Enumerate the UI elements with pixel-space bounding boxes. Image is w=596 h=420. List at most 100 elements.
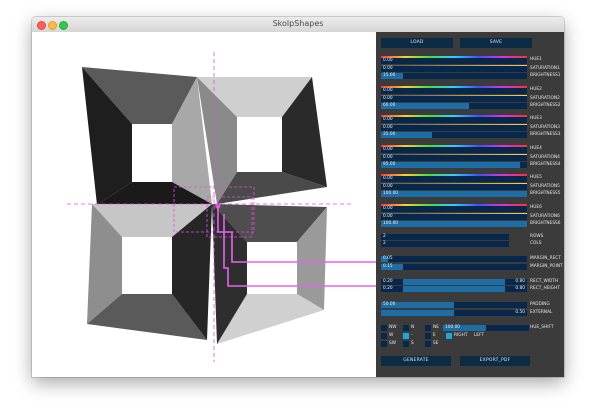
toggle-e[interactable] xyxy=(425,333,431,339)
saturation3-slider[interactable]: 0.00 xyxy=(381,125,527,131)
toggle-n[interactable] xyxy=(403,325,409,331)
saturation6-value: 0.00 xyxy=(383,213,393,219)
hue3-slider[interactable]: 0.00 xyxy=(381,117,527,123)
brightness6-fill xyxy=(381,220,527,227)
right-toggle[interactable] xyxy=(446,333,452,339)
toggle-ne[interactable] xyxy=(425,325,431,331)
margin-rect-value: 0.05 xyxy=(383,256,393,261)
brightness1-slider[interactable]: 15.00 xyxy=(381,73,527,79)
margin-rect-slider[interactable]: 0.05 xyxy=(381,256,527,262)
rows-label: ROWS xyxy=(530,234,544,239)
label-nw: NW xyxy=(389,325,397,330)
hue1-value: 0.00 xyxy=(383,58,393,63)
app-window: SkolpShapes LOAD SAVE 0.00 HUE1 0.00 SAT… xyxy=(32,17,564,377)
saturation4-label: SATURATION4 xyxy=(530,154,560,160)
brightness5-fill xyxy=(381,191,527,197)
cols-slider[interactable]: 2 xyxy=(381,241,509,247)
label-w: W xyxy=(389,333,394,338)
hue3-value: 0.00 xyxy=(383,117,393,122)
saturation3-label: SATURATION3 xyxy=(530,125,560,130)
saturation6-label: SATURATION6 xyxy=(530,213,560,219)
hue4-value: 0.00 xyxy=(383,146,393,152)
brightness2-label: BRIGHTNESS2 xyxy=(530,102,561,108)
hue5-slider[interactable]: 0.00 xyxy=(381,176,527,182)
load-button[interactable]: LOAD xyxy=(381,38,453,48)
shape-tl-hole xyxy=(132,124,172,182)
generate-button[interactable]: GENERATE xyxy=(381,356,451,366)
toggle-nw[interactable] xyxy=(381,325,387,331)
saturation5-label: SATURATION5 xyxy=(530,184,560,189)
label-center: - xyxy=(411,333,413,338)
rect-width-label: RECT_WIDTH xyxy=(530,279,559,284)
saturation5-value: 0.00 xyxy=(383,184,393,189)
saturation6-slider[interactable]: 0.00 xyxy=(381,213,527,220)
rect-width-range[interactable]: 0.20 0.80 xyxy=(381,279,527,285)
export-pdf-button[interactable]: EXPORT_PDF xyxy=(460,356,530,366)
brightness5-slider[interactable]: 100.00 xyxy=(381,191,527,197)
toggle-s[interactable] xyxy=(403,341,409,347)
saturation1-slider[interactable]: 0.00 xyxy=(381,66,527,72)
hue4-label: HUE4 xyxy=(530,145,542,151)
brightness5-value: 100.00 xyxy=(383,191,399,196)
external-label: EXTERNAL xyxy=(530,310,553,315)
rect-height-range[interactable]: 0.20 0.80 xyxy=(381,286,527,292)
brightness4-slider[interactable]: 95.00 xyxy=(381,161,527,168)
label-sw: SW xyxy=(389,341,396,346)
rect-height-min: 0.20 xyxy=(383,286,393,291)
external-value: 0.50 xyxy=(515,310,525,315)
saturation5-slider[interactable]: 0.00 xyxy=(381,184,527,190)
saturation2-slider[interactable]: 0.00 xyxy=(381,95,527,102)
saturation4-slider[interactable]: 0.00 xyxy=(381,154,527,161)
left-label: LEFT xyxy=(474,333,485,338)
rect-width-max: 0.80 xyxy=(515,279,525,284)
padding-label: PADDING xyxy=(530,302,550,307)
toggle-sw[interactable] xyxy=(381,341,387,347)
hue-shift-label: HUE_SHIFT xyxy=(530,325,554,330)
margin-point-value: 0.15 xyxy=(383,264,393,269)
window-title: SkolpShapes xyxy=(272,19,324,28)
hue6-slider[interactable]: 0.00 xyxy=(381,205,527,212)
brightness3-slider[interactable]: 35.00 xyxy=(381,132,527,138)
margin-point-label: MARGIN_POINT xyxy=(530,264,563,269)
toggle-center[interactable] xyxy=(403,333,409,339)
hue1-slider[interactable]: 0.00 xyxy=(381,58,527,64)
saturation3-value: 0.00 xyxy=(383,125,393,130)
shape-canvas[interactable] xyxy=(32,32,376,377)
save-button[interactable]: SAVE xyxy=(460,38,532,48)
rows-value: 2 xyxy=(383,234,386,239)
margin-point-slider[interactable]: 0.15 xyxy=(381,264,527,270)
label-se: SE xyxy=(433,341,439,346)
brightness2-slider[interactable]: 60.00 xyxy=(381,102,527,109)
hue4-slider[interactable]: 0.00 xyxy=(381,146,527,153)
cols-value: 2 xyxy=(383,241,386,246)
hue5-label: HUE5 xyxy=(530,175,542,180)
rect-height-label: RECT_HEIGHT xyxy=(530,286,560,291)
saturation2-label: SATURATION2 xyxy=(530,95,560,101)
shapes-drawing xyxy=(67,52,376,362)
brightness4-value: 95.00 xyxy=(383,161,396,167)
rows-slider[interactable]: 2 xyxy=(381,234,509,240)
brightness3-value: 35.00 xyxy=(383,132,396,137)
brightness6-slider[interactable]: 100.00 xyxy=(381,220,527,227)
hue6-value: 0.00 xyxy=(383,205,393,211)
brightness1-value: 15.00 xyxy=(383,73,396,78)
rect-height-max: 0.80 xyxy=(515,286,525,291)
brightness2-value: 60.00 xyxy=(383,102,396,108)
right-toggle-label: RIGHT xyxy=(454,333,468,338)
brightness4-label: BRIGHTNESS4 xyxy=(530,161,561,167)
toggle-se[interactable] xyxy=(425,341,431,347)
external-slider[interactable]: 0.50 xyxy=(381,310,527,316)
saturation2-value: 0.00 xyxy=(383,95,393,101)
shape-tr-hole xyxy=(237,117,282,172)
toggle-w[interactable] xyxy=(381,333,387,339)
saturation1-label: SATURATION1 xyxy=(530,66,560,71)
hue-shift-slider[interactable]: 100.00 xyxy=(443,325,529,331)
brightness3-label: BRIGHTNESS3 xyxy=(530,132,561,137)
saturation4-value: 0.00 xyxy=(383,154,393,160)
hue2-label: HUE2 xyxy=(530,86,542,92)
brightness6-value: 100.00 xyxy=(383,220,399,226)
hue-shift-value: 100.00 xyxy=(445,325,461,330)
title-bar: SkolpShapes xyxy=(32,17,564,33)
hue2-slider[interactable]: 0.00 xyxy=(381,87,527,94)
padding-slider[interactable]: 50.00 xyxy=(381,302,527,308)
